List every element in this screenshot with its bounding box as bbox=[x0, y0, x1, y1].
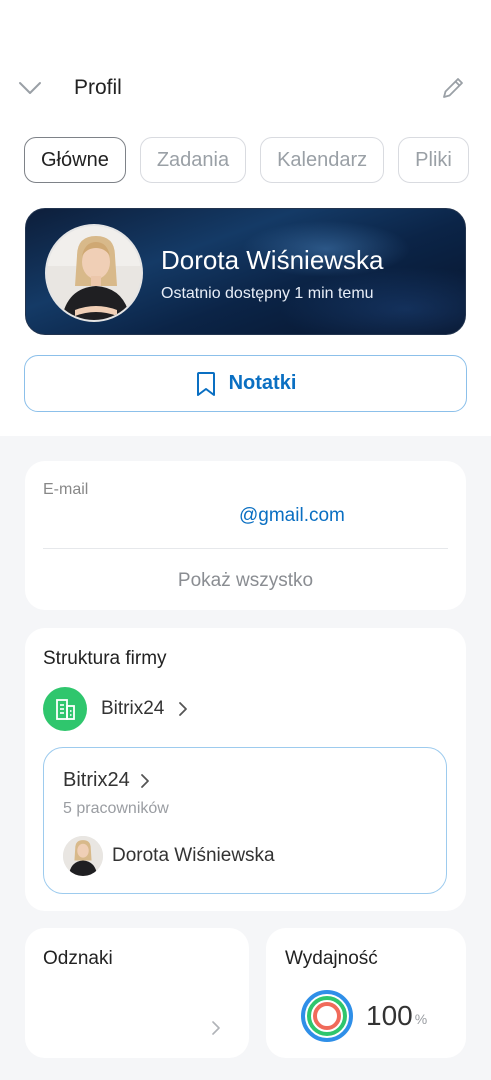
performance-value: 100 bbox=[366, 1000, 413, 1031]
page-title: Profil bbox=[74, 76, 122, 99]
employee-name: Dorota Wiśniewska bbox=[112, 845, 275, 866]
divider bbox=[43, 548, 448, 549]
profile-status: Ostatnio dostępny 1 min temu bbox=[161, 285, 374, 302]
notes-button[interactable]: Notatki bbox=[24, 355, 467, 412]
department-card[interactable]: Bitrix24 5 pracowników Dorota Wiśniewska bbox=[43, 747, 447, 894]
chevron-right-icon bbox=[209, 1018, 223, 1038]
badges-card[interactable]: Odznaki bbox=[25, 928, 249, 1058]
building-icon bbox=[43, 687, 87, 731]
section-title: Struktura firmy bbox=[43, 648, 167, 669]
bookmark-icon bbox=[196, 371, 215, 396]
pencil-icon bbox=[443, 78, 463, 98]
department-name-row[interactable]: Bitrix24 bbox=[63, 769, 150, 792]
avatar-photo bbox=[47, 226, 141, 320]
activity-rings-icon bbox=[301, 990, 353, 1042]
edit-button[interactable] bbox=[436, 72, 470, 104]
top-bar: Profil bbox=[0, 62, 491, 114]
company-link[interactable]: Bitrix24 bbox=[43, 687, 188, 731]
performance-unit: % bbox=[414, 1011, 428, 1027]
section-title: Odznaki bbox=[43, 948, 113, 969]
tab-bar: Główne Zadania Kalendarz Pliki bbox=[24, 137, 491, 183]
employee-row[interactable]: Dorota Wiśniewska bbox=[63, 836, 275, 876]
show-all-button[interactable]: Pokaż wszystko bbox=[25, 570, 466, 592]
avatar bbox=[63, 836, 103, 876]
tab-calendar[interactable]: Kalendarz bbox=[260, 137, 385, 183]
email-value[interactable]: @gmail.com bbox=[239, 505, 345, 527]
company-structure-card: Struktura firmy Bitrix24 Bitrix24 5 prac… bbox=[25, 628, 466, 911]
section-title: Wydajność bbox=[285, 948, 378, 969]
profile-header-area: Profil Główne Zadania Kalendarz Pliki Do… bbox=[0, 0, 491, 436]
company-name: Bitrix24 bbox=[101, 698, 165, 719]
tab-tasks[interactable]: Zadania bbox=[139, 137, 247, 183]
email-caption: E-mail bbox=[43, 481, 89, 498]
chevron-right-icon bbox=[179, 702, 188, 716]
performance-row: 100 % bbox=[300, 989, 427, 1043]
chevron-down-icon bbox=[19, 82, 41, 94]
profile-name: Dorota Wiśniewska bbox=[161, 245, 384, 275]
tab-files[interactable]: Pliki bbox=[398, 137, 469, 183]
notes-label: Notatki bbox=[228, 372, 297, 394]
collapse-button[interactable] bbox=[14, 74, 46, 102]
chevron-right-icon bbox=[140, 773, 149, 788]
contact-card: E-mail @gmail.com Pokaż wszystko bbox=[25, 461, 466, 610]
avatar[interactable] bbox=[45, 224, 143, 322]
profile-banner: Dorota Wiśniewska Ostatnio dostępny 1 mi… bbox=[25, 208, 466, 335]
performance-card[interactable]: Wydajność 100 % bbox=[266, 928, 466, 1058]
employee-count: 5 pracowników bbox=[63, 800, 169, 817]
department-name: Bitrix24 bbox=[63, 769, 130, 791]
tab-main[interactable]: Główne bbox=[24, 137, 126, 183]
